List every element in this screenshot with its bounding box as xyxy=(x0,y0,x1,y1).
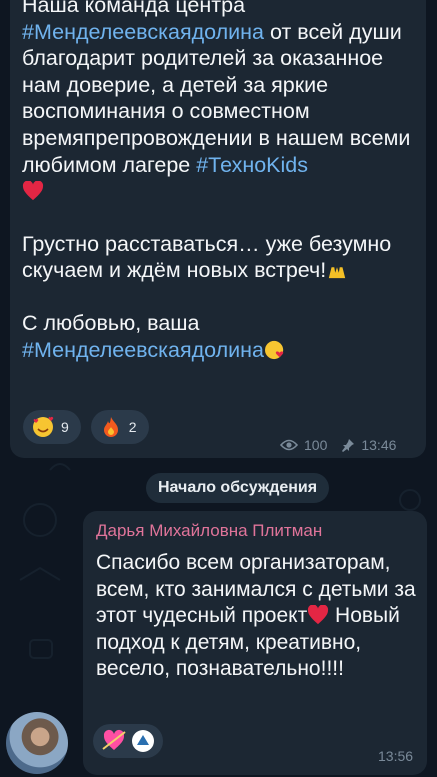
fire-icon xyxy=(103,417,118,437)
views-count: 100 xyxy=(304,437,328,453)
reaction-fire[interactable]: 2 xyxy=(90,410,149,444)
eye-icon xyxy=(280,439,298,451)
reaction-hearts-face[interactable]: 9 xyxy=(23,410,81,444)
post-reactions: 9 2 xyxy=(23,410,149,444)
hashtag-link[interactable]: #Менделеевскаядолина xyxy=(22,338,264,362)
smiling-face-with-hearts-icon xyxy=(33,416,54,437)
post-paragraph: С любовью, ваша xyxy=(22,310,200,335)
avatar-logo-icon xyxy=(132,730,154,752)
post-line: Наша команда центра xyxy=(22,0,246,17)
post-meta: 100 13:46 xyxy=(280,437,396,453)
comment-time: 13:56 xyxy=(378,748,414,764)
comment-reactions[interactable] xyxy=(93,724,163,758)
hashtag-link[interactable]: #Менделеевскаядолина xyxy=(22,20,264,44)
red-heart-emoji xyxy=(22,181,44,201)
raising-hands-emoji xyxy=(329,267,346,279)
channel-post-text: Наша команда центра #Менделеевскаядолина … xyxy=(22,0,422,363)
reaction-count: 9 xyxy=(61,419,69,435)
face-blowing-kiss-emoji xyxy=(265,340,284,359)
commenter-avatar[interactable] xyxy=(6,712,68,774)
comment-text: Спасибо всем организаторам, всем, кто за… xyxy=(96,550,421,683)
pin-icon xyxy=(342,439,355,452)
heart-arrow-icon xyxy=(102,729,126,750)
comment-author[interactable]: Дарья Михайловна Плитман xyxy=(96,521,322,541)
discussion-start-label: Начало обсуждения xyxy=(146,473,330,503)
post-time: 13:46 xyxy=(361,437,397,453)
red-heart-emoji xyxy=(308,605,329,625)
reaction-count: 2 xyxy=(128,419,137,435)
hashtag-link[interactable]: #ТехноKids xyxy=(196,153,308,177)
